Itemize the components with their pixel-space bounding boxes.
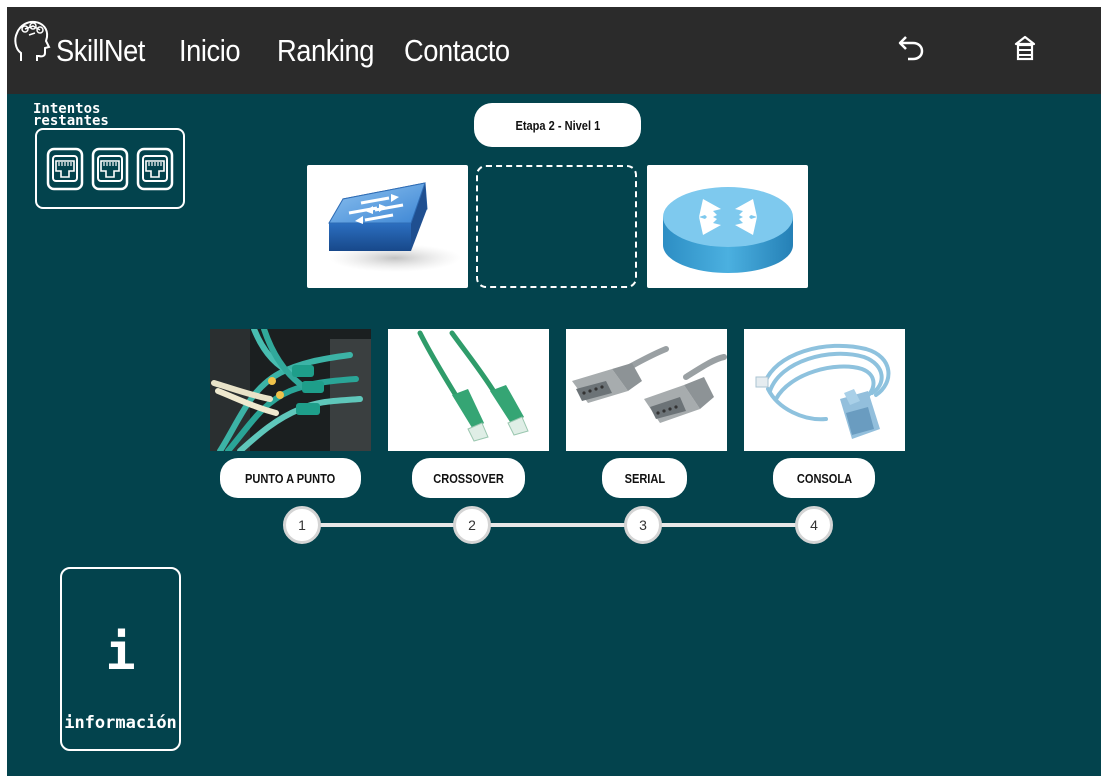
app-frame: SkillNet Inicio Ranking Contacto Intento… xyxy=(7,7,1101,776)
nav-link-ranking[interactable]: Ranking xyxy=(277,33,374,69)
step-2[interactable]: 2 xyxy=(453,506,491,544)
switch-icon xyxy=(328,182,461,272)
stage-label: Etapa 2 - Nivel 1 xyxy=(515,117,600,133)
cable-option-crossover[interactable] xyxy=(388,329,549,451)
cable-label-text: SERIAL xyxy=(624,470,665,486)
exit-icon[interactable] xyxy=(1010,31,1040,65)
cable-label-text: CONSOLA xyxy=(796,470,852,486)
nav-link-contacto[interactable]: Contacto xyxy=(404,33,510,69)
brain-head-logo-icon[interactable] xyxy=(11,17,51,67)
back-arrow-icon[interactable] xyxy=(896,31,926,65)
nav-link-inicio[interactable]: Inicio xyxy=(179,33,240,69)
cable-label-text: CROSSOVER xyxy=(433,470,504,486)
router-card xyxy=(647,165,808,288)
ethernet-port-icon xyxy=(46,147,84,191)
cable-label-crossover[interactable]: CROSSOVER xyxy=(412,458,525,498)
stage-indicator: Etapa 2 - Nivel 1 xyxy=(474,103,641,147)
fiber-cables-photo xyxy=(210,329,371,451)
cable-label-text: PUNTO A PUNTO xyxy=(245,470,336,486)
ethernet-port-icon xyxy=(91,147,129,191)
switch-card xyxy=(307,165,468,288)
step-4[interactable]: 4 xyxy=(795,506,833,544)
cable-label-serial[interactable]: SERIAL xyxy=(602,458,687,498)
cable-label-punto-a-punto[interactable]: PUNTO A PUNTO xyxy=(220,458,361,498)
cable-option-punto-a-punto[interactable] xyxy=(210,329,371,451)
cable-option-serial[interactable] xyxy=(566,329,727,451)
ethernet-port-icon xyxy=(136,147,174,191)
brand-name[interactable]: SkillNet xyxy=(56,33,145,69)
step-track xyxy=(303,523,815,527)
cable-label-consola[interactable]: CONSOLA xyxy=(773,458,875,498)
cable-option-consola[interactable] xyxy=(744,329,905,451)
info-button[interactable]: i información xyxy=(60,567,181,751)
router-icon xyxy=(663,187,793,273)
step-3[interactable]: 3 xyxy=(624,506,662,544)
ethernet-cable-photo xyxy=(388,329,549,451)
navbar: SkillNet Inicio Ranking Contacto xyxy=(7,7,1101,94)
cable-drop-zone[interactable] xyxy=(476,165,637,288)
info-label: información xyxy=(64,713,177,733)
step-1[interactable]: 1 xyxy=(283,506,321,544)
info-icon: i xyxy=(105,623,136,681)
console-cable-photo xyxy=(744,329,905,451)
attempts-label: Intentos restantes xyxy=(33,103,109,129)
serial-cable-photo xyxy=(566,329,727,451)
attempts-box xyxy=(35,128,185,209)
